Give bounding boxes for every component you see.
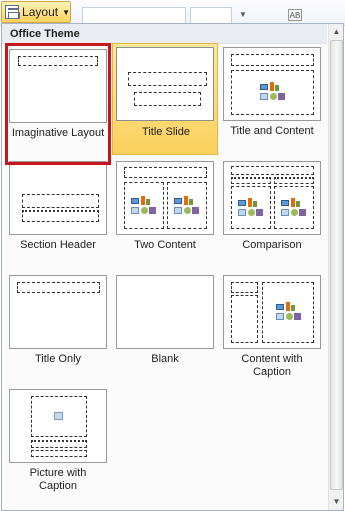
content-placeholder-icon <box>281 198 307 218</box>
layout-item-imaginative-layout[interactable]: Imaginative Layout <box>5 45 111 151</box>
content-placeholder-icon <box>260 82 286 102</box>
layout-label: Two Content <box>134 239 196 251</box>
layout-thumbnail <box>116 275 214 349</box>
layout-label: Blank <box>151 353 179 365</box>
layout-thumbnail <box>223 47 321 121</box>
layout-item-picture-with-caption[interactable]: Picture with Caption <box>5 385 111 505</box>
layout-thumbnail <box>9 161 107 235</box>
layout-dropdown-button[interactable]: Layout ▼ <box>1 1 71 23</box>
text-direction-button[interactable]: AB <box>288 9 302 21</box>
scroll-down-arrow-icon[interactable]: ▼ <box>330 495 343 509</box>
layout-thumbnail <box>9 49 107 123</box>
layout-item-title-only[interactable]: Title Only <box>5 271 111 377</box>
layout-label: Picture with Caption <box>29 467 87 492</box>
layout-item-blank[interactable]: Blank <box>112 271 218 377</box>
scrollbar-thumb[interactable] <box>330 40 343 490</box>
content-placeholder-icon <box>276 302 302 322</box>
layout-label: Title and Content <box>230 125 314 137</box>
content-placeholder-icon <box>131 196 157 216</box>
content-placeholder-icon <box>238 198 264 218</box>
layout-thumbnail <box>116 161 214 235</box>
scroll-up-arrow-icon[interactable]: ▲ <box>330 25 343 39</box>
layout-label: Imaginative Layout <box>11 127 105 139</box>
layout-label: Comparison <box>242 239 302 251</box>
content-placeholder-icon <box>174 196 200 216</box>
dropdown-arrow-icon[interactable]: ▼ <box>236 9 250 21</box>
chevron-down-icon: ▼ <box>62 7 70 17</box>
layout-label: Title Only <box>34 353 82 365</box>
layout-thumbnail <box>223 161 321 235</box>
layout-item-section-header[interactable]: Section Header <box>5 157 111 263</box>
layout-item-title-slide[interactable]: Title Slide <box>112 43 218 155</box>
picture-placeholder-icon <box>54 412 63 420</box>
slide-layout-icon <box>5 5 21 19</box>
layout-item-content-with-caption[interactable]: Content with Caption <box>219 271 325 391</box>
layout-button-label: Layout <box>22 5 59 19</box>
gallery-section-title: Office Theme <box>10 28 80 40</box>
vertical-scrollbar[interactable]: ▲ ▼ <box>328 24 343 510</box>
gallery-section-header: Office Theme <box>2 24 327 44</box>
layout-label: Content with Caption <box>241 353 303 378</box>
layout-item-two-content[interactable]: Two Content <box>112 157 218 263</box>
layout-thumbnail <box>9 389 107 463</box>
layout-label: Title Slide <box>142 126 190 138</box>
layout-thumbnail <box>9 275 107 349</box>
layout-thumbnail <box>116 47 214 121</box>
layout-gallery-panel: Office Theme Imaginative Layout Title Sl… <box>1 23 344 511</box>
layout-item-title-and-content[interactable]: Title and Content <box>219 43 325 149</box>
layout-item-comparison[interactable]: Comparison <box>219 157 325 263</box>
layout-thumbnail <box>223 275 321 349</box>
layout-label: Section Header <box>20 239 96 251</box>
